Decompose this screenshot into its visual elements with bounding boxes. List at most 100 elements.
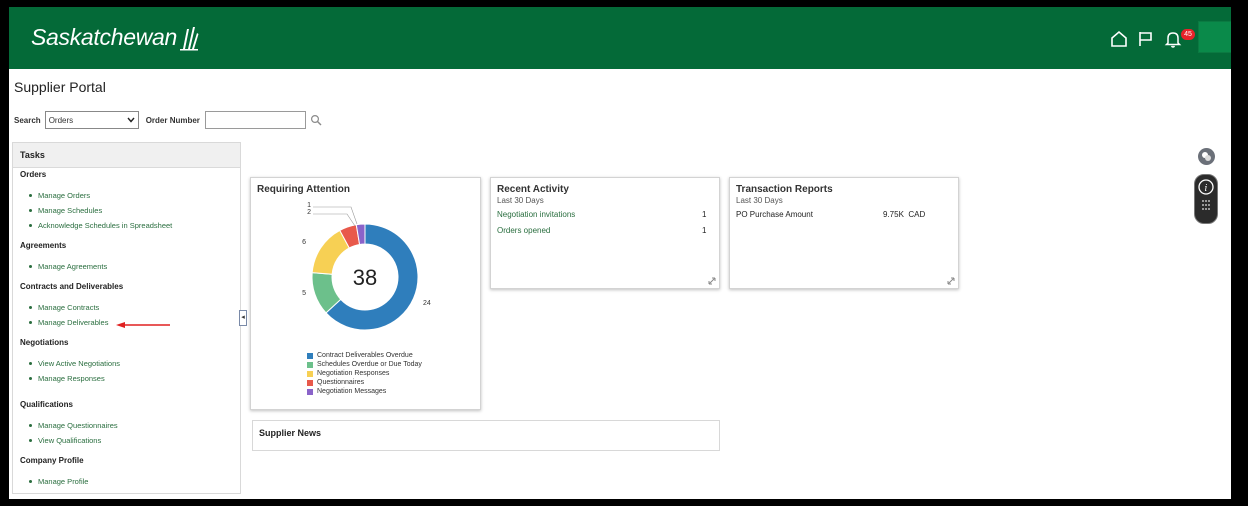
chevron-down-icon bbox=[127, 117, 135, 123]
legend-swatch bbox=[307, 379, 313, 386]
search-type-select[interactable]: Orders bbox=[44, 111, 139, 129]
legend-label: Questionnaires bbox=[317, 379, 365, 386]
link-manage-questionnaires[interactable]: Manage Questionnaires bbox=[38, 421, 118, 430]
wheat-sheaf-icon bbox=[180, 27, 199, 51]
task-group-agreements: Agreements bbox=[20, 241, 67, 250]
annotation-arrow-icon bbox=[116, 322, 170, 328]
search-type-value: Orders bbox=[48, 115, 74, 125]
donut-total: 38 bbox=[353, 265, 377, 290]
task-group-company-profile: Company Profile bbox=[20, 456, 84, 465]
donut-value-label-3: 2 bbox=[307, 209, 311, 216]
legend-item[interactable]: Negotiation Messages bbox=[307, 387, 422, 396]
link-manage-contracts[interactable]: Manage Contracts bbox=[38, 303, 99, 312]
po-purchase-amount-value: 9.75K CAD bbox=[883, 210, 926, 219]
bullet bbox=[29, 224, 32, 227]
donut-value-label-2: 6 bbox=[302, 239, 306, 246]
legend-item[interactable]: Negotiation Responses bbox=[307, 369, 422, 378]
top-banner: Saskatchewan 45 bbox=[9, 7, 1232, 69]
expand-icon[interactable] bbox=[947, 277, 955, 285]
card-title: Requiring Attention bbox=[257, 184, 350, 195]
legend-label: Contract Deliverables Overdue bbox=[317, 352, 413, 359]
search-label: Search bbox=[14, 115, 41, 125]
home-icon[interactable] bbox=[1109, 29, 1129, 49]
bullet bbox=[29, 362, 32, 365]
negotiation-invitations-link[interactable]: Negotiation invitations bbox=[497, 210, 575, 219]
donut-value-label-1: 5 bbox=[302, 290, 306, 297]
brand-logo[interactable]: Saskatchewan bbox=[31, 24, 199, 51]
card-subtitle: Last 30 Days bbox=[736, 196, 783, 205]
task-group-negotiations: Negotiations bbox=[20, 338, 69, 347]
bullet bbox=[29, 306, 32, 309]
brand-wordmark: Saskatchewan bbox=[31, 24, 177, 50]
leader-line-0 bbox=[313, 206, 358, 225]
link-manage-profile[interactable]: Manage Profile bbox=[38, 477, 88, 486]
legend-label: Negotiation Messages bbox=[317, 388, 387, 395]
requiring-attention-donut-chart[interactable]: 24 5 6 21 38 bbox=[251, 200, 480, 360]
orders-opened-link[interactable]: Orders opened bbox=[497, 226, 550, 235]
legend-label: Negotiation Responses bbox=[317, 370, 390, 377]
recent-activity-card: Recent Activity Last 30 Days Negotiation… bbox=[490, 177, 720, 289]
legend-label: Schedules Overdue or Due Today bbox=[317, 361, 422, 368]
expand-icon[interactable] bbox=[708, 277, 716, 285]
card-title: Recent Activity bbox=[497, 184, 569, 195]
legend-item[interactable]: Schedules Overdue or Due Today bbox=[307, 360, 422, 369]
search-icon[interactable] bbox=[310, 114, 322, 126]
legend-swatch bbox=[307, 352, 313, 359]
collapse-panel-handle[interactable]: ◂ bbox=[239, 310, 247, 326]
link-manage-responses[interactable]: Manage Responses bbox=[38, 374, 105, 383]
link-manage-orders[interactable]: Manage Orders bbox=[38, 191, 90, 200]
card-title: Supplier News bbox=[259, 428, 322, 438]
orders-opened-count: 1 bbox=[702, 226, 707, 235]
chat-icon[interactable] bbox=[1198, 148, 1215, 165]
flag-icon[interactable] bbox=[1136, 29, 1156, 49]
app-frame: Saskatchewan 45 Supplier Portal Search O… bbox=[9, 7, 1241, 499]
info-icon[interactable]: i bbox=[1195, 175, 1217, 223]
user-avatar[interactable] bbox=[1198, 21, 1232, 53]
page-title: Supplier Portal bbox=[14, 79, 106, 95]
search-bar: Search Orders Order Number bbox=[14, 109, 322, 131]
legend-item[interactable]: Contract Deliverables Overdue bbox=[307, 351, 422, 360]
bullet bbox=[29, 377, 32, 380]
bullet bbox=[29, 424, 32, 427]
legend-swatch bbox=[307, 370, 313, 377]
legend-swatch bbox=[307, 388, 313, 395]
task-group-contracts: Contracts and Deliverables bbox=[20, 282, 124, 291]
bullet bbox=[29, 480, 32, 483]
link-acknowledge-schedules[interactable]: Acknowledge Schedules in Spreadsheet bbox=[38, 221, 172, 230]
link-manage-schedules[interactable]: Manage Schedules bbox=[38, 206, 102, 215]
requiring-attention-card: Requiring Attention 24 5 6 2 1 38 Contract De… bbox=[250, 177, 481, 410]
supplier-news-card: Supplier News bbox=[252, 420, 720, 451]
tasks-panel-title: Tasks bbox=[13, 143, 240, 168]
link-view-qualifications[interactable]: View Qualifications bbox=[38, 436, 101, 445]
bullet bbox=[29, 194, 32, 197]
link-manage-agreements[interactable]: Manage Agreements bbox=[38, 262, 107, 271]
negotiation-invitations-count: 1 bbox=[702, 210, 707, 219]
card-subtitle: Last 30 Days bbox=[497, 196, 544, 205]
leader-line-1 bbox=[313, 213, 356, 227]
bell-icon[interactable] bbox=[1163, 29, 1183, 49]
window-border bbox=[1231, 7, 1241, 499]
task-group-qualifications: Qualifications bbox=[20, 400, 73, 409]
bullet bbox=[29, 209, 32, 212]
order-number-label: Order Number bbox=[145, 115, 200, 125]
legend-swatch bbox=[307, 361, 313, 368]
bullet bbox=[29, 439, 32, 442]
floating-tools: i bbox=[1194, 148, 1218, 224]
bullet bbox=[29, 265, 32, 268]
po-purchase-amount-label: PO Purchase Amount bbox=[736, 210, 813, 219]
link-view-active-negotiations[interactable]: View Active Negotiations bbox=[38, 359, 120, 368]
legend-item[interactable]: Questionnaires bbox=[307, 378, 422, 387]
link-manage-deliverables[interactable]: Manage Deliverables bbox=[38, 318, 108, 327]
tasks-panel: Tasks Orders Manage Orders Manage Schedu… bbox=[12, 142, 241, 494]
transaction-reports-card: Transaction Reports Last 30 Days PO Purc… bbox=[729, 177, 959, 289]
svg-text:i: i bbox=[1205, 184, 1208, 194]
card-title: Transaction Reports bbox=[736, 184, 833, 195]
chart-legend: Contract Deliverables Overdue Schedules O… bbox=[307, 351, 422, 396]
task-group-orders: Orders bbox=[20, 170, 47, 179]
order-number-input[interactable] bbox=[204, 111, 306, 129]
notification-count-badge: 45 bbox=[1181, 29, 1195, 40]
donut-value-label-4: 1 bbox=[307, 202, 311, 209]
donut-value-label-0: 24 bbox=[423, 300, 431, 307]
bullet bbox=[29, 321, 32, 324]
info-panel[interactable]: i bbox=[1194, 174, 1218, 224]
